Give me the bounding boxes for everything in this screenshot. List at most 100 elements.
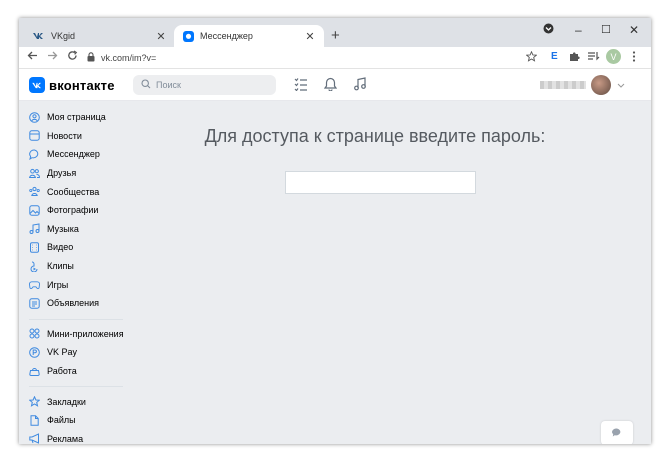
briefcase-icon bbox=[29, 366, 40, 377]
vkpay-icon bbox=[29, 347, 40, 358]
close-window-button[interactable]: ✕ bbox=[629, 23, 639, 37]
feed-icon[interactable] bbox=[294, 77, 308, 94]
tab-title: Мессенджер bbox=[200, 31, 253, 41]
sidebar-divider bbox=[29, 386, 123, 388]
sidebar-item-label: Работа bbox=[47, 366, 77, 377]
address-toolbar: vk.com/im?v= E V bbox=[19, 47, 651, 69]
clips-icon bbox=[29, 261, 40, 272]
search-placeholder: Поиск bbox=[156, 80, 181, 90]
sidebar-item-label: Музыка bbox=[47, 223, 79, 234]
left-sidebar: Моя страница Новости Мессенджер Друзья С… bbox=[29, 108, 129, 444]
sidebar-item-video[interactable]: Видео bbox=[29, 238, 129, 257]
sidebar-item-clips[interactable]: Клипы bbox=[29, 257, 129, 276]
apps-icon bbox=[29, 328, 40, 339]
user-circle-icon bbox=[29, 111, 40, 123]
back-icon[interactable] bbox=[27, 50, 38, 64]
sidebar-item-ads[interactable]: Объявления bbox=[29, 294, 129, 313]
tab-vkgid[interactable]: VKgid ✕ bbox=[25, 25, 175, 47]
sidebar-item-label: Клипы bbox=[47, 261, 74, 272]
message-icon bbox=[29, 149, 40, 160]
sidebar-item-label: Закладки bbox=[47, 396, 86, 407]
sidebar-item-photos[interactable]: Фотографии bbox=[29, 201, 129, 220]
maximize-button[interactable]: ☐ bbox=[601, 23, 611, 36]
bookmark-star-icon[interactable] bbox=[525, 50, 538, 65]
vk-header: вконтакте Поиск bbox=[19, 69, 651, 101]
avatar bbox=[591, 75, 611, 95]
user-name-blurred bbox=[540, 81, 586, 89]
tab-title: VKgid bbox=[51, 31, 76, 41]
chevron-down-icon bbox=[617, 81, 625, 90]
sidebar-item-label: Игры bbox=[47, 279, 69, 290]
reading-list-icon[interactable] bbox=[588, 51, 600, 64]
chat-button[interactable] bbox=[601, 421, 633, 444]
sidebar-item-music[interactable]: Музыка bbox=[29, 220, 129, 239]
extensions-puzzle-icon[interactable] bbox=[569, 51, 580, 65]
sidebar-item-label: Видео bbox=[47, 242, 74, 253]
chat-bubble-icon bbox=[612, 426, 622, 440]
extension-e-icon[interactable]: E bbox=[551, 51, 558, 62]
notifications-bell-icon[interactable] bbox=[323, 77, 338, 94]
page-title: Для доступа к странице введите пароль: bbox=[204, 126, 546, 146]
sidebar-item-label: Друзья bbox=[47, 168, 77, 179]
sidebar-item-games[interactable]: Игры bbox=[29, 275, 129, 294]
browser-window: VKgid ✕ Мессенджер ✕ + – ☐ ✕ vk.com/im?v… bbox=[19, 18, 651, 444]
photo-icon bbox=[29, 205, 40, 216]
lock-icon[interactable] bbox=[87, 51, 95, 65]
tab-close-icon[interactable]: ✕ bbox=[155, 30, 167, 43]
user-menu[interactable] bbox=[540, 75, 625, 95]
sidebar-item-friends[interactable]: Друзья bbox=[29, 164, 129, 183]
news-icon bbox=[29, 130, 40, 142]
tab-strip: VKgid ✕ Мессенджер ✕ + – ☐ ✕ bbox=[19, 18, 651, 47]
new-tab-button[interactable]: + bbox=[331, 27, 340, 44]
vk-favicon-icon bbox=[33, 30, 45, 42]
vk-logo[interactable]: вконтакте bbox=[29, 77, 115, 93]
reload-icon[interactable] bbox=[67, 50, 78, 64]
sidebar-item-mini-apps[interactable]: Мини-приложения bbox=[29, 325, 129, 344]
sidebar-item-label: Моя страница bbox=[47, 112, 106, 123]
sidebar-item-label: Реклама bbox=[47, 433, 84, 444]
sidebar-item-label: Файлы bbox=[47, 415, 76, 426]
ads-icon bbox=[29, 298, 40, 309]
sidebar-item-label: Сообщества bbox=[47, 186, 100, 197]
url-text: vk.com/im?v= bbox=[101, 52, 157, 63]
gamepad-icon bbox=[29, 279, 40, 290]
browser-menu-icon[interactable] bbox=[632, 51, 636, 65]
sidebar-item-label: Мессенджер bbox=[47, 149, 100, 160]
sidebar-item-label: Фотографии bbox=[47, 205, 99, 216]
vk-logo-icon bbox=[29, 77, 45, 93]
sidebar-item-work[interactable]: Работа bbox=[29, 362, 129, 381]
profile-avatar[interactable]: V bbox=[606, 49, 621, 64]
friends-icon bbox=[29, 168, 40, 179]
communities-icon bbox=[29, 186, 40, 197]
tab-close-icon[interactable]: ✕ bbox=[304, 30, 316, 43]
music-player-icon[interactable] bbox=[354, 77, 366, 94]
file-icon bbox=[29, 415, 40, 426]
music-icon bbox=[29, 223, 40, 235]
password-input[interactable] bbox=[285, 171, 476, 194]
omnibox[interactable]: vk.com/im?v= bbox=[87, 49, 555, 66]
vk-search-input[interactable]: Поиск bbox=[133, 75, 276, 95]
search-icon bbox=[141, 78, 151, 92]
tab-messenger[interactable]: Мессенджер ✕ bbox=[174, 25, 324, 47]
megaphone-icon bbox=[29, 433, 40, 444]
sidebar-item-label: VK Pay bbox=[47, 347, 78, 358]
sidebar-item-label: Мини-приложения bbox=[47, 328, 124, 339]
sidebar-item-my-page[interactable]: Моя страница bbox=[29, 108, 129, 127]
sidebar-divider bbox=[29, 318, 123, 320]
star-icon bbox=[29, 396, 40, 407]
sidebar-item-bookmarks[interactable]: Закладки bbox=[29, 392, 129, 411]
tab-search-icon[interactable] bbox=[543, 23, 554, 37]
sidebar-item-vk-pay[interactable]: VK Pay bbox=[29, 343, 129, 362]
sidebar-item-label: Новости bbox=[47, 130, 82, 141]
sidebar-item-messenger[interactable]: Мессенджер bbox=[29, 145, 129, 164]
video-icon bbox=[29, 242, 40, 253]
vk-logo-text: вконтакте bbox=[49, 77, 115, 93]
messenger-favicon-icon bbox=[182, 30, 194, 42]
minimize-button[interactable]: – bbox=[575, 23, 582, 37]
sidebar-item-news[interactable]: Новости bbox=[29, 127, 129, 146]
sidebar-item-files[interactable]: Файлы bbox=[29, 411, 129, 430]
sidebar-item-communities[interactable]: Сообщества bbox=[29, 182, 129, 201]
sidebar-item-label: Объявления bbox=[47, 298, 100, 309]
sidebar-item-advertising[interactable]: Реклама bbox=[29, 430, 129, 444]
forward-icon[interactable] bbox=[47, 50, 58, 64]
